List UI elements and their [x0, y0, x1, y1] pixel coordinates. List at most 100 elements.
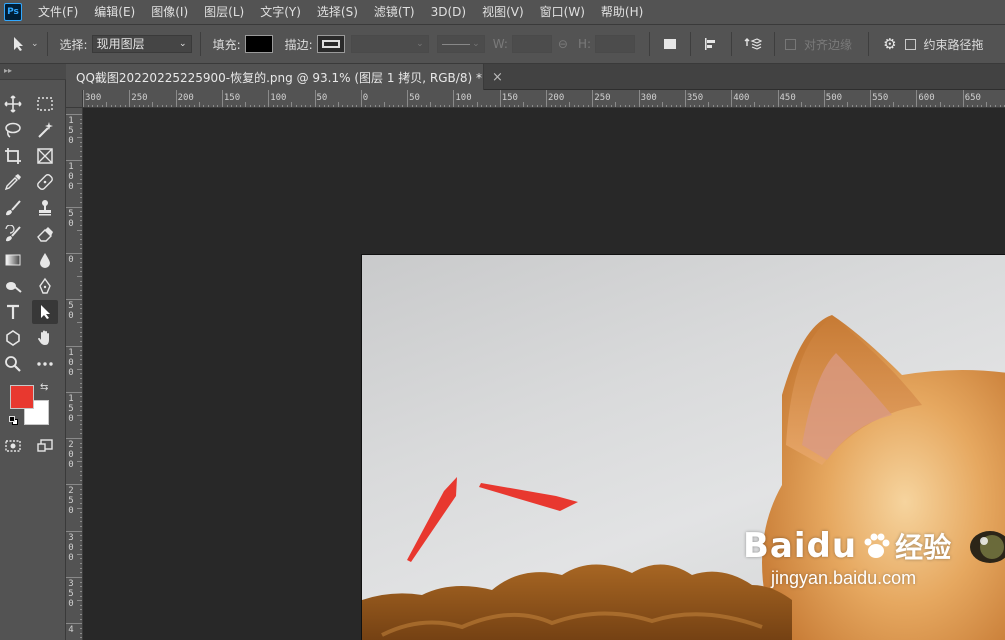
- ruler-label: 0: [68, 254, 74, 265]
- hand-tool-icon[interactable]: [32, 326, 58, 350]
- crop-tool-icon[interactable]: [0, 144, 26, 168]
- menu-item[interactable]: 编辑(E): [86, 0, 143, 24]
- menu-item[interactable]: 帮助(H): [593, 0, 651, 24]
- width-input[interactable]: [511, 35, 552, 53]
- width-label: W:: [492, 37, 508, 51]
- ruler-label: 100: [68, 162, 74, 193]
- document-tab[interactable]: QQ截图20220225225900-恢复的.png @ 93.1% (图层 1…: [66, 64, 503, 90]
- quick-mask-icon[interactable]: [0, 434, 26, 458]
- ruler-tick: [66, 345, 82, 347]
- ruler-label: 600: [918, 93, 935, 103]
- menu-item[interactable]: 文件(F): [30, 0, 86, 24]
- tool-preset-picker[interactable]: ⌄: [12, 36, 39, 52]
- ruler-label: 650: [964, 93, 981, 103]
- ruler-tick: [268, 90, 270, 107]
- separator: [868, 32, 870, 56]
- stroke-width-field[interactable]: ⌄: [350, 35, 429, 53]
- ruler-label: 100: [455, 93, 472, 103]
- align-edges-label: 对齐边缘: [804, 37, 853, 52]
- ruler-tick: [916, 90, 918, 107]
- zoom-tool-icon[interactable]: [0, 352, 26, 376]
- path-operations-icon[interactable]: [664, 39, 677, 49]
- marquee-tool-icon[interactable]: [32, 92, 58, 116]
- fill-swatch[interactable]: [244, 35, 273, 53]
- panel-grip[interactable]: ▸▸: [0, 64, 66, 80]
- canvas-area[interactable]: Baidu 经验 jingyan.baidu.com: [83, 108, 1005, 640]
- stroke-swatch[interactable]: [316, 35, 345, 53]
- annotation-arrow: [479, 483, 578, 511]
- ruler-label: 50: [316, 93, 328, 103]
- align-edges-checkbox[interactable]: [785, 38, 797, 50]
- ruler-label: 4: [68, 625, 74, 636]
- link-icon[interactable]: ⊖: [558, 37, 568, 51]
- menu-item[interactable]: 窗口(W): [532, 0, 593, 24]
- ruler-label: 550: [872, 93, 889, 103]
- ruler-tick: [66, 391, 82, 393]
- brush-tool-icon[interactable]: [0, 196, 26, 220]
- document-tab-title: QQ截图20220225225900-恢复的.png @ 93.1% (图层 1…: [76, 70, 482, 85]
- dodge-tool-icon[interactable]: [0, 274, 26, 298]
- photoshop-logo-icon[interactable]: Ps: [4, 3, 22, 21]
- ruler-label: 100: [270, 93, 287, 103]
- menu-item[interactable]: 图像(I): [143, 0, 196, 24]
- ruler-tick: [962, 90, 964, 107]
- healing-brush-icon[interactable]: [32, 170, 58, 194]
- separator: [774, 32, 776, 56]
- close-icon[interactable]: ×: [492, 70, 503, 85]
- magic-wand-icon[interactable]: [32, 118, 58, 142]
- eyedropper-icon[interactable]: [0, 170, 26, 194]
- chevron-down-icon: ⌄: [472, 39, 480, 49]
- gear-icon[interactable]: ⚙: [883, 35, 896, 53]
- ruler-label: 50: [68, 301, 74, 322]
- constrain-path-checkbox[interactable]: [904, 38, 916, 50]
- foreground-color-swatch[interactable]: [10, 385, 34, 409]
- ruler-label: 50: [409, 93, 420, 103]
- ruler-tick: [66, 252, 82, 254]
- path-arrangement-icon[interactable]: [744, 36, 763, 52]
- menu-item[interactable]: 文字(Y): [252, 0, 309, 24]
- screen-mode-icon[interactable]: [32, 434, 58, 458]
- select-dropdown[interactable]: 现用图层 ⌄: [91, 35, 192, 53]
- lasso-tool-icon[interactable]: [0, 118, 26, 142]
- menu-item[interactable]: 滤镜(T): [366, 0, 423, 24]
- menu-item[interactable]: 选择(S): [309, 0, 366, 24]
- default-colors-icon[interactable]: [9, 416, 18, 425]
- history-brush-icon[interactable]: [0, 222, 26, 246]
- height-input[interactable]: [595, 35, 636, 53]
- menu-item[interactable]: 图层(L): [196, 0, 252, 24]
- horizontal-ruler[interactable]: 300 250 200 150 100 50 0 50 100 150 200 250 300 350 40…: [66, 90, 1005, 108]
- watermark-logo-cn: 经验: [895, 531, 952, 564]
- frame-tool-icon[interactable]: [32, 144, 58, 168]
- path-selection-tool-icon[interactable]: [32, 300, 58, 324]
- ruler-label: 300: [640, 93, 657, 103]
- ruler-tick: [314, 90, 316, 107]
- ruler-label: 400: [733, 93, 750, 103]
- ruler-tick: [731, 90, 733, 107]
- type-tool-icon[interactable]: [0, 300, 26, 324]
- stroke-label: 描边:: [284, 37, 313, 52]
- eraser-tool-icon[interactable]: [32, 222, 58, 246]
- ruler-label: 250: [594, 93, 611, 103]
- ruler-origin[interactable]: [66, 90, 83, 108]
- more-tools-icon[interactable]: [32, 352, 58, 376]
- ruler-label: 500: [825, 93, 843, 103]
- swap-colors-icon[interactable]: ⇆: [40, 382, 48, 393]
- menu-item[interactable]: 3D(D): [423, 0, 474, 24]
- stroke-type-dropdown[interactable]: ⌄: [436, 35, 485, 53]
- watermark-url: jingyan.baidu.com: [771, 568, 917, 588]
- gradient-tool-icon[interactable]: [0, 248, 26, 272]
- ruler-tick: [129, 90, 131, 107]
- vertical-ruler[interactable]: 150 100 50 0 50 100 150 200 250 300 350 4: [66, 108, 83, 640]
- menu-items: 文件(F) 编辑(E) 图像(I) 图层(L) 文字(Y) 选择(S) 滤镜(T) 3D(D)…: [30, 0, 651, 24]
- ruler-tick: [66, 160, 82, 162]
- shape-tool-icon[interactable]: [0, 326, 26, 350]
- clone-stamp-icon[interactable]: [32, 196, 58, 220]
- menu-item[interactable]: 视图(V): [474, 0, 532, 24]
- chevron-down-icon: ⌄: [179, 39, 187, 49]
- move-tool-icon[interactable]: [0, 92, 26, 116]
- path-alignment-icon[interactable]: [703, 36, 719, 52]
- pen-tool-icon[interactable]: [32, 274, 58, 298]
- blur-tool-icon[interactable]: [32, 248, 58, 272]
- ruler-tick: [360, 90, 362, 107]
- ruler-tick: [684, 90, 686, 107]
